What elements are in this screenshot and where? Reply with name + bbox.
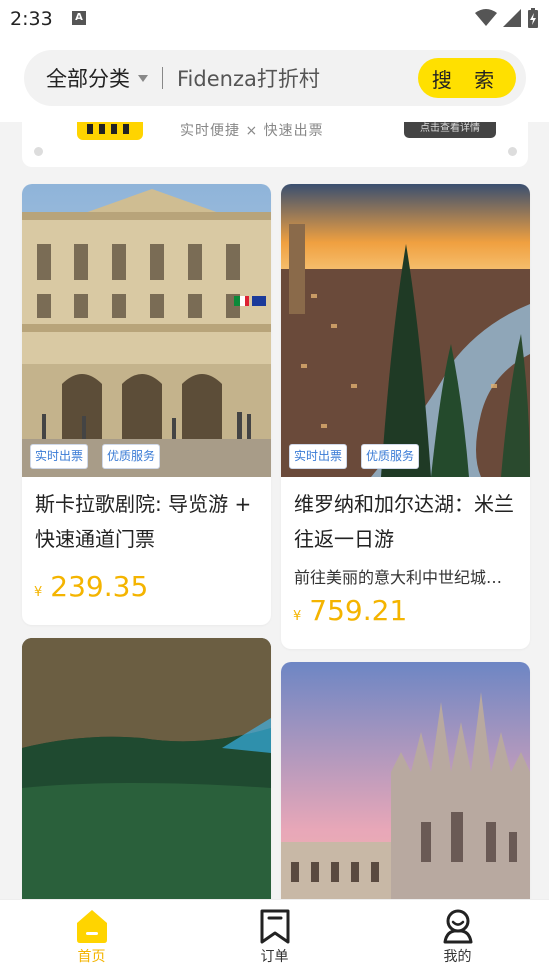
cave-lake-photo — [22, 638, 271, 938]
bottom-tab-bar: 首页 订单 我的 — [0, 899, 549, 977]
user-icon — [443, 909, 472, 944]
card-title: 斯卡拉歌剧院: 导览游 + 快速通道门票 — [35, 492, 252, 551]
search-input[interactable]: Fidenza打折村 — [177, 63, 418, 93]
wifi-icon — [475, 9, 497, 26]
tab-profile[interactable]: 我的 — [366, 900, 549, 977]
status-icons — [475, 8, 539, 28]
header: 全部分类 Fidenza打折村 搜 索 — [0, 40, 549, 122]
tab-orders-label: 订单 — [260, 949, 289, 965]
price-value: 239.35 — [50, 570, 149, 603]
product-card[interactable]: 实时出票 优质服务 维罗纳和加尔达湖：米兰往返一日游 前往美丽的意大利中世纪城市… — [281, 184, 530, 649]
home-icon — [76, 910, 107, 943]
verona-photo — [281, 184, 530, 477]
bookmark-icon — [260, 909, 289, 944]
notification-icon: A — [72, 11, 86, 25]
price-currency: ¥ — [293, 609, 302, 624]
price-value: 759.21 — [309, 594, 408, 627]
tab-home-label: 首页 — [77, 949, 106, 965]
banner-details-button[interactable]: 点击查看详情 — [404, 122, 496, 138]
price-currency: ¥ — [34, 585, 43, 600]
tag-realtime: 实时出票 — [30, 444, 89, 469]
tag-realtime: 实时出票 — [289, 444, 348, 469]
tag-quality-service: 优质服务 — [361, 444, 420, 469]
search-bar: 全部分类 Fidenza打折村 搜 索 — [24, 50, 526, 106]
promo-banner[interactable]: 实时便捷 × 快速出票 点击查看详情 — [22, 122, 528, 167]
category-label: 全部分类 — [46, 67, 130, 91]
card-title: 维罗纳和加尔达湖：米兰往返一日游 — [294, 492, 514, 551]
status-bar: 2:33 A — [0, 0, 549, 40]
search-button[interactable]: 搜 索 — [418, 58, 516, 98]
product-card[interactable]: 实时出票 优质服务 斯卡拉歌剧院: 导览游 + 快速通道门票 ¥ 239.35 — [22, 184, 271, 625]
tag-quality-service: 优质服务 — [102, 444, 161, 469]
banner-dot-right — [508, 147, 517, 156]
ticket-logo-icon — [77, 122, 143, 140]
category-dropdown[interactable]: 全部分类 — [46, 63, 148, 93]
chevron-down-icon — [138, 74, 148, 82]
battery-icon — [528, 8, 538, 28]
divider — [162, 67, 163, 89]
tab-orders[interactable]: 订单 — [183, 900, 366, 977]
tab-home[interactable]: 首页 — [0, 900, 183, 977]
price: ¥ 239.35 — [34, 570, 148, 603]
card-description: 前往美丽的意大利中世纪城市维罗纳 — [294, 568, 518, 587]
tab-profile-label: 我的 — [443, 949, 472, 965]
status-time: 2:33 — [10, 8, 53, 30]
banner-subtitle: 实时便捷 × 快速出票 — [180, 123, 324, 139]
la-scala-photo — [22, 184, 271, 477]
price: ¥ 759.21 — [293, 594, 407, 627]
product-card[interactable] — [22, 638, 271, 938]
signal-icon — [503, 9, 521, 27]
banner-dot-left — [34, 147, 43, 156]
